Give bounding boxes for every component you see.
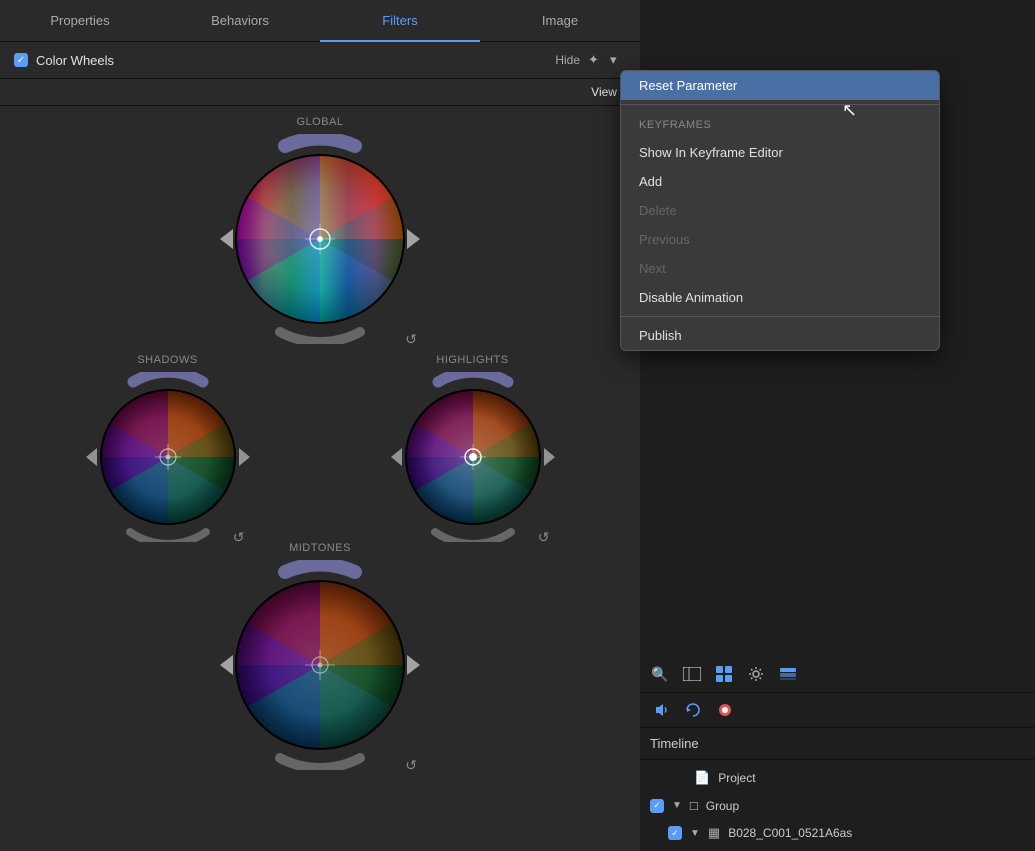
header-icons: ✦ ▾ (588, 52, 626, 68)
show-in-keyframe-editor-menu-item[interactable]: Show In Keyframe Editor (621, 138, 939, 167)
gear-icon[interactable] (746, 664, 766, 684)
shadows-color-wheel (83, 372, 253, 542)
color-wheels-title: Color Wheels (36, 53, 547, 68)
group-expand-icon[interactable]: ▼ (672, 800, 682, 811)
context-menu: Reset Parameter KEYFRAMES Show In Keyfra… (620, 70, 940, 351)
clip-expand-icon[interactable]: ▼ (690, 828, 700, 839)
midtones-color-wheel (215, 560, 425, 770)
timeline-toolbar: 🔍 (640, 656, 1035, 693)
top-tabs: Properties Behaviors Filters Image (0, 0, 640, 42)
global-wheel-container: GLOBAL (20, 116, 620, 344)
clip-checkbox[interactable] (668, 826, 682, 840)
next-menu-item[interactable]: Next (621, 254, 939, 283)
color-wheels-hide-button[interactable]: Hide (555, 53, 580, 67)
audio-icon[interactable] (650, 699, 672, 721)
timeline-items: 📄 Project ▼ □ Group ▼ ▦ B028_C001_0521A6… (640, 760, 1035, 851)
tab-image[interactable]: Image (480, 0, 640, 42)
disable-animation-menu-item[interactable]: Disable Animation (621, 283, 939, 312)
layers-icon[interactable] (778, 664, 798, 684)
project-name: Project (718, 771, 755, 785)
group-folder-icon: □ (690, 798, 698, 813)
clip-name: B028_C001_0521A6as (728, 826, 852, 840)
menu-divider (621, 104, 939, 105)
global-wheel-label: GLOBAL (296, 116, 343, 128)
midtones-wheel-wrapper[interactable]: ↺ (215, 560, 425, 770)
reset-parameter-menu-item[interactable]: Reset Parameter (621, 71, 939, 100)
group-checkbox[interactable] (650, 799, 664, 813)
delete-menu-item[interactable]: Delete (621, 196, 939, 225)
global-wheel-wrapper[interactable]: ↺ (215, 134, 425, 344)
animation-icon[interactable]: ✦ (588, 52, 604, 68)
menu-divider-2 (621, 316, 939, 317)
record-icon[interactable] (714, 699, 736, 721)
global-reset-icon[interactable]: ↺ (405, 331, 417, 348)
shadows-wheel-wrapper[interactable]: ↺ (83, 372, 253, 542)
color-wheels-header: Color Wheels Hide ✦ ▾ (0, 42, 640, 79)
shadows-wheel-label: SHADOWS (137, 354, 197, 366)
tab-filters[interactable]: Filters (320, 0, 480, 42)
left-panel: Color Wheels Hide ✦ ▾ View GLOBAL (0, 42, 640, 851)
highlights-wheel-wrapper[interactable]: ↺ (388, 372, 558, 542)
keyframes-section-header: KEYFRAMES (621, 109, 939, 138)
wheels-grid: GLOBAL (0, 106, 640, 780)
timeline-item[interactable]: ▼ ▦ B028_C001_0521A6as (658, 819, 1035, 847)
tab-behaviors[interactable]: Behaviors (160, 0, 320, 42)
chevron-down-icon[interactable]: ▾ (610, 52, 626, 68)
highlights-color-wheel (388, 372, 558, 542)
highlights-reset-icon[interactable]: ↺ (538, 529, 550, 546)
shadows-wheel-container: SHADOWS (20, 354, 315, 542)
color-wheels-checkbox[interactable] (14, 53, 28, 67)
group-name: Group (706, 799, 739, 813)
timeline-item[interactable]: ▼ □ Group (640, 792, 1035, 819)
project-file-icon: 📄 (694, 770, 710, 786)
tab-properties[interactable]: Properties (0, 0, 160, 42)
midtones-reset-icon[interactable]: ↺ (405, 757, 417, 774)
search-icon[interactable]: 🔍 (650, 664, 670, 684)
add-menu-item[interactable]: Add (621, 167, 939, 196)
midtones-wheel-label: MIDTONES (289, 542, 351, 554)
view-row: View (0, 79, 640, 106)
grid-icon[interactable] (714, 664, 734, 684)
previous-menu-item[interactable]: Previous (621, 225, 939, 254)
timeline-item[interactable]: 📄 Project (640, 764, 1035, 792)
toolbar-row2 (640, 693, 1035, 728)
midtones-wheel-container: MIDTONES (20, 542, 620, 770)
timeline-label: Timeline (640, 728, 1035, 760)
loop-icon[interactable] (682, 699, 704, 721)
highlights-wheel-label: HIGHLIGHTS (436, 354, 508, 366)
global-color-wheel (215, 134, 425, 344)
shadows-reset-icon[interactable]: ↺ (233, 529, 245, 546)
highlights-wheel-container: HIGHLIGHTS (325, 354, 620, 542)
layout-icon[interactable] (682, 664, 702, 684)
publish-menu-item[interactable]: Publish (621, 321, 939, 350)
clip-film-icon: ▦ (708, 825, 720, 841)
